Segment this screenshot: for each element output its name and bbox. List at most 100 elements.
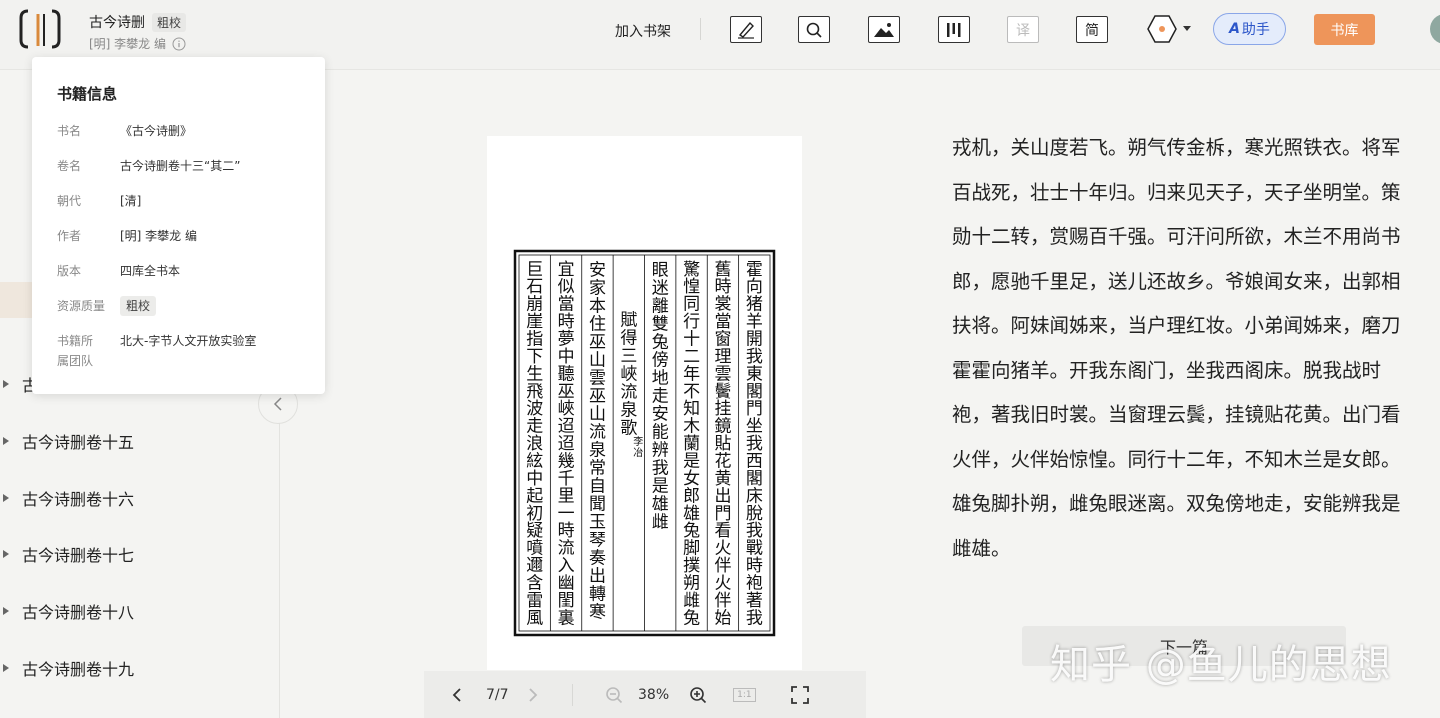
- info-value: [清]: [120, 194, 142, 208]
- app-logo-icon[interactable]: [18, 8, 62, 50]
- chevron-left-icon: [273, 397, 282, 411]
- fullscreen-icon[interactable]: [790, 685, 809, 704]
- caret-right-icon: [3, 550, 9, 558]
- toc-item-label: 古今诗删卷十七: [22, 546, 135, 565]
- scan-character: 奏: [589, 548, 606, 568]
- scan-character: 得: [620, 328, 637, 348]
- book-author: [明] 李攀龙 编: [89, 35, 186, 52]
- simplified-label: 简: [1085, 22, 1099, 39]
- scan-character: 能: [652, 422, 669, 442]
- prev-page-icon[interactable]: [452, 687, 462, 703]
- info-row-team: 书籍所属团队 北大-字节人文开放实验室: [57, 331, 317, 371]
- toc-item[interactable]: 古今诗删卷十八: [0, 596, 280, 626]
- simplified-button[interactable]: 简: [1076, 16, 1108, 43]
- scan-character: 玉: [589, 512, 606, 532]
- info-icon[interactable]: [172, 37, 186, 51]
- text-line: 百战死，壮士十年归。归来见天子，天子坐明堂。策: [952, 180, 1401, 204]
- text-line: 雌雄。: [952, 536, 1011, 560]
- add-to-shelf-button[interactable]: 加入书架: [615, 21, 671, 41]
- scan-character: 雌: [652, 512, 669, 532]
- scan-character: 賦: [620, 310, 637, 330]
- vertical-layout-button[interactable]: [938, 16, 970, 43]
- scan-character: 泉: [620, 400, 637, 420]
- book-title: 古今诗删 粗校: [89, 12, 187, 32]
- assistant-label: 助手: [1241, 22, 1270, 38]
- actual-size-button[interactable]: 1:1: [733, 687, 756, 702]
- text-line: 霍霍向猪羊。开我东阁门，坐我西阁床。脱我战时: [952, 358, 1382, 382]
- caret-right-icon: [3, 494, 9, 502]
- library-button[interactable]: 书库: [1314, 14, 1375, 45]
- columns-icon: [947, 22, 961, 37]
- toc-item[interactable]: 古今诗删卷十九: [0, 653, 280, 683]
- info-label: 版本: [57, 264, 82, 278]
- scan-character: 家: [589, 278, 606, 298]
- caret-right-icon: [3, 380, 9, 388]
- scan-character: 我: [652, 458, 669, 478]
- next-page-icon[interactable]: [528, 687, 538, 703]
- toc-item[interactable]: 古今诗删卷十五: [0, 426, 280, 456]
- info-row-quality: 资源质量 粗校: [57, 296, 317, 316]
- scan-character: 迷: [652, 278, 669, 298]
- scan-character: 流: [620, 382, 637, 402]
- user-avatar[interactable]: [1430, 14, 1440, 44]
- info-value: 《古今诗删》: [120, 124, 193, 138]
- quality-badge: 粗校: [152, 12, 187, 32]
- reader-app: 古今诗删 粗校 [明] 李攀龙 编 加入书架 译 简 A 助手 书库 古 古今诗…: [0, 0, 1440, 718]
- popup-title: 书籍信息: [57, 85, 118, 103]
- image-view-button[interactable]: [868, 16, 900, 43]
- scan-character: 傍: [652, 350, 669, 370]
- annotate-button[interactable]: [730, 16, 762, 43]
- scan-character: 山: [589, 350, 606, 370]
- scan-author-character: 冶: [633, 446, 643, 459]
- author-text: [明] 李攀龙 编: [89, 37, 166, 51]
- toc-item[interactable]: 古今诗删卷十六: [0, 483, 280, 513]
- scan-character: 是: [652, 476, 669, 496]
- caret-right-icon: [3, 664, 9, 672]
- scan-character: 眼: [652, 260, 669, 280]
- toc-item-label: 古今诗删卷十五: [22, 433, 135, 452]
- info-label: 书名: [57, 124, 82, 138]
- scan-character: 走: [652, 386, 669, 406]
- info-row-dynasty: 朝代 [清]: [57, 191, 317, 211]
- viewer-toolbar: 7/7 38% 1:1: [424, 671, 866, 718]
- scan-character: 雄: [652, 494, 669, 514]
- chevron-down-icon: [1183, 26, 1191, 31]
- text-line: 郎，愿驰千里足，送儿还故乡。爷娘闻女来，出郭相: [952, 269, 1401, 293]
- info-value: 北大-字节人文开放实验室: [120, 334, 257, 348]
- scan-character: 流: [589, 422, 606, 442]
- toc-item[interactable]: 古今诗删卷十七: [0, 539, 280, 569]
- text-line: 火伴，火伴始惊惶。同行十二年，不知木兰是女郎。: [952, 447, 1401, 471]
- info-value: [明] 李攀龙 编: [120, 229, 197, 243]
- book-info-popup: 书籍信息 书名 《古今诗删》 卷名 古今诗删卷十三“其二” 朝代 [清] 作者 …: [32, 57, 325, 394]
- scan-character: 轉: [589, 584, 606, 604]
- scan-character: 離: [652, 296, 669, 316]
- translate-button[interactable]: 译: [1007, 16, 1039, 43]
- scan-character: 辨: [652, 440, 669, 460]
- scan-character: 雙: [652, 314, 669, 334]
- info-value: 古今诗删卷十三“其二”: [120, 159, 241, 173]
- search-button[interactable]: [798, 16, 830, 43]
- scan-character: 三: [620, 346, 637, 366]
- info-row-volume: 卷名 古今诗删卷十三“其二”: [57, 156, 317, 176]
- toc-item-label: 古今诗删卷十八: [22, 603, 135, 622]
- quality-badge: 粗校: [120, 296, 157, 316]
- scan-character: 山: [589, 404, 606, 424]
- scan-character: 出: [589, 566, 606, 586]
- zoom-level: 38%: [638, 686, 670, 703]
- scan-character: 巫: [589, 386, 606, 406]
- page-scan-image[interactable]: 霍向猪羊開我東閣門坐我西閣床脫我戰時袍著我舊時裳當窗理雲鬢挂鏡貼花黄出門看火伴火…: [487, 136, 802, 670]
- zoom-in-icon[interactable]: [689, 686, 707, 704]
- scan-character: 地: [652, 368, 669, 388]
- scan-character: 安: [589, 260, 606, 280]
- ai-assistant-button[interactable]: A 助手: [1213, 13, 1286, 45]
- ai-logo-icon: A: [1229, 21, 1240, 37]
- scan-character: 兔: [683, 608, 700, 628]
- zoom-out-icon[interactable]: [605, 686, 623, 704]
- info-label: 朝代: [57, 194, 82, 208]
- pen-icon: [738, 21, 754, 39]
- scan-drawing: 霍向猪羊開我東閣門坐我西閣床脫我戰時袍著我舊時裳當窗理雲鬢挂鏡貼花黄出門看火伴火…: [513, 249, 776, 637]
- page-indicator: 7/7: [486, 686, 509, 703]
- theme-dropdown[interactable]: [1146, 14, 1194, 44]
- scan-character: 常: [589, 458, 606, 478]
- scan-character: 風: [526, 608, 543, 628]
